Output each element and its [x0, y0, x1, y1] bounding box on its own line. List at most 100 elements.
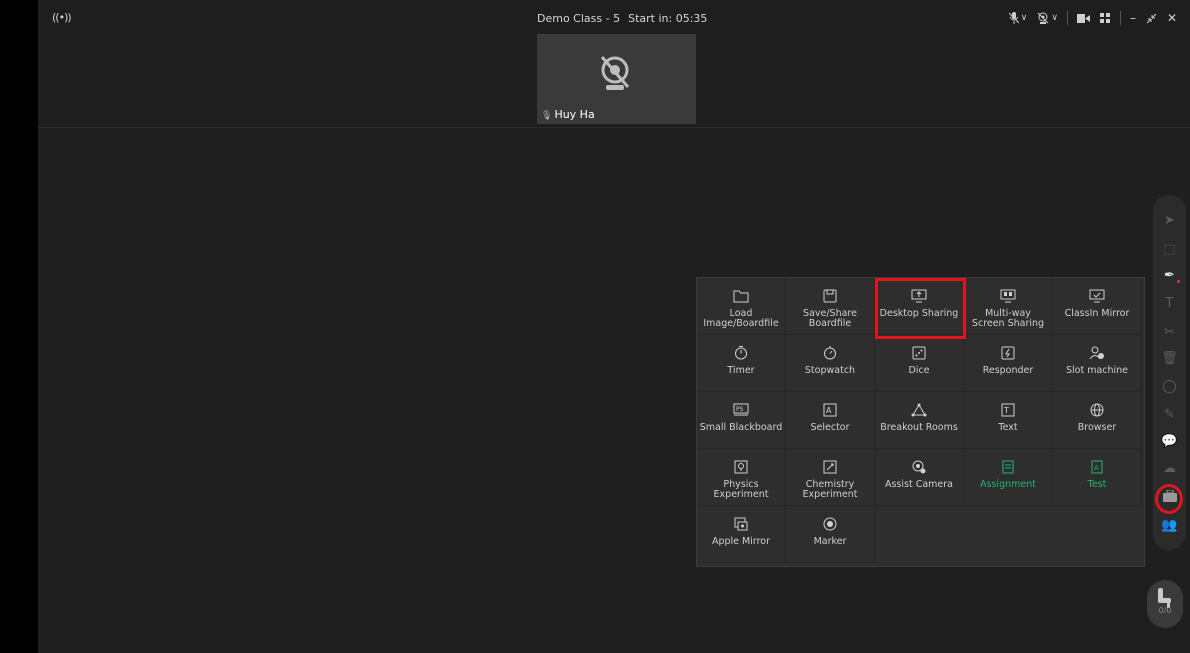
restore-button[interactable]	[1141, 13, 1162, 24]
svg-text:A: A	[1094, 464, 1099, 472]
tool-label: Selector	[810, 422, 850, 433]
dice-icon	[911, 345, 927, 361]
video-tile[interactable]: 🎙 Huy Ha	[537, 34, 696, 124]
toolbox-highlight	[1155, 484, 1183, 514]
chevron-down-icon: ∨	[1051, 13, 1058, 23]
tool-chemistry-experiment[interactable]: Chemistry Experiment	[786, 449, 875, 506]
tool-slot-machine[interactable]: Slot machine	[1053, 335, 1142, 392]
text-icon: T	[1000, 402, 1016, 418]
shape-icon[interactable]: ◯	[1153, 379, 1186, 394]
marquee-select-icon[interactable]: ⬚	[1153, 242, 1186, 257]
stopwatch-icon	[822, 345, 838, 361]
tool-label: Multi-way Screen Sharing	[971, 308, 1045, 329]
tool-responder[interactable]: Responder	[964, 335, 1053, 392]
participant-name-text: Huy Ha	[554, 108, 595, 121]
empty-slot	[1053, 506, 1142, 563]
svg-text:PS: PS	[736, 406, 744, 413]
tool-physics-experiment[interactable]: Physics Experiment	[697, 449, 786, 506]
tool-dice[interactable]: Dice	[875, 335, 964, 392]
tool-assist-camera[interactable]: Assist Camera	[875, 449, 964, 506]
pointer-icon[interactable]: ➤	[1153, 213, 1186, 228]
tool-label: Desktop Sharing	[879, 308, 959, 319]
grid-icon	[1099, 12, 1110, 23]
breakout-icon	[911, 402, 927, 418]
video-icon	[1076, 13, 1090, 23]
seat-icon	[1158, 588, 1171, 608]
users-icon[interactable]: 👥	[1153, 518, 1186, 533]
class-name: Demo Class - 5	[537, 12, 621, 25]
apple-mirror-icon	[733, 516, 749, 532]
desktop-share-icon	[911, 288, 927, 304]
tool-text[interactable]: T Text	[964, 392, 1053, 449]
camera-off-icon	[600, 56, 630, 90]
svg-text:T: T	[1003, 406, 1009, 415]
tool-small-blackboard[interactable]: PS Small Blackboard	[697, 392, 786, 449]
tool-label: Assist Camera	[884, 479, 953, 490]
seat-count: 0/0	[1158, 606, 1172, 615]
tool-apple-mirror[interactable]: Apple Mirror	[697, 506, 786, 563]
tool-selector[interactable]: A Selector	[786, 392, 875, 449]
tool-label: Physics Experiment	[713, 479, 769, 500]
tool-label: Breakout Rooms	[880, 422, 958, 433]
tool-label: Text	[998, 422, 1018, 433]
tool-marker[interactable]: Marker	[786, 506, 875, 563]
edit-icon[interactable]: ✎	[1153, 407, 1186, 422]
mirror-icon	[1089, 288, 1105, 304]
camera-menu[interactable]: ∨	[1032, 12, 1063, 24]
camera-off-icon	[1037, 12, 1049, 24]
tool-label: Timer	[727, 365, 755, 376]
tool-label: Slot machine	[1065, 365, 1129, 376]
tool-browser[interactable]: Browser	[1053, 392, 1142, 449]
tool-label: Apple Mirror	[711, 536, 771, 547]
grid-layout-button[interactable]	[1095, 12, 1116, 24]
video-layout-button[interactable]	[1072, 13, 1095, 23]
text-tool-icon[interactable]: T	[1153, 296, 1186, 311]
broadcast-icon[interactable]: ((•))	[52, 11, 72, 24]
pen-icon[interactable]: ✒	[1153, 268, 1186, 283]
assist-camera-icon	[911, 459, 927, 475]
tool-test[interactable]: A Test	[1053, 449, 1142, 506]
blackboard-icon: PS	[733, 402, 749, 418]
svg-text:A: A	[826, 406, 832, 415]
tool-desktop-sharing[interactable]: Desktop Sharing	[875, 278, 964, 335]
window-controls: ∨ ∨ – ✕	[1004, 8, 1182, 28]
trash-icon[interactable]: 🗑	[1153, 351, 1186, 366]
chevron-down-icon: ∨	[1020, 13, 1028, 23]
tool-breakout-rooms[interactable]: Breakout Rooms	[875, 392, 964, 449]
tool-classin-mirror[interactable]: ClassIn Mirror	[1053, 278, 1142, 335]
mic-off-icon	[1008, 12, 1019, 24]
microphone-menu[interactable]: ∨	[1004, 12, 1033, 24]
tool-assignment[interactable]: Assignment	[964, 449, 1053, 506]
multi-screen-icon	[1000, 288, 1016, 304]
tool-label: Assignment	[980, 479, 1036, 490]
tool-timer[interactable]: Timer	[697, 335, 786, 392]
divider	[1119, 11, 1121, 25]
start-countdown: Start in: 05:35	[628, 12, 708, 25]
tool-label: Load Image/Boardfile	[703, 308, 779, 329]
tool-stopwatch[interactable]: Stopwatch	[786, 335, 875, 392]
tool-save-share-boardfile[interactable]: Save/Share Boardfile	[786, 278, 875, 335]
cloud-icon[interactable]: ☁	[1153, 461, 1186, 476]
minimize-button[interactable]: –	[1125, 11, 1141, 25]
scissors-icon[interactable]: ✂	[1153, 325, 1186, 340]
folder-icon	[733, 288, 749, 304]
tool-label: Responder	[982, 365, 1034, 376]
tool-label: Marker	[813, 536, 847, 547]
tool-label: Stopwatch	[804, 365, 856, 376]
class-title: Demo Class - 5 Start in: 05:35	[537, 12, 707, 25]
left-strip	[0, 0, 38, 653]
close-button[interactable]: ✕	[1162, 11, 1182, 25]
divider	[1066, 11, 1068, 25]
chemistry-icon	[822, 459, 838, 475]
chat-icon[interactable]: 💬	[1153, 434, 1186, 449]
save-icon	[822, 288, 838, 304]
physics-icon	[733, 459, 749, 475]
marker-icon	[822, 516, 838, 532]
tool-label: Small Blackboard	[699, 422, 783, 433]
participant-name: 🎙 Huy Ha	[541, 108, 595, 121]
tool-label: Chemistry Experiment	[802, 479, 858, 500]
tool-load-image-boardfile[interactable]: Load Image/Boardfile	[697, 278, 786, 335]
tool-multi-way-screen-sharing[interactable]: Multi-way Screen Sharing	[964, 278, 1053, 335]
seat-button[interactable]: 0/0	[1147, 580, 1183, 628]
empty-slot	[964, 506, 1053, 563]
